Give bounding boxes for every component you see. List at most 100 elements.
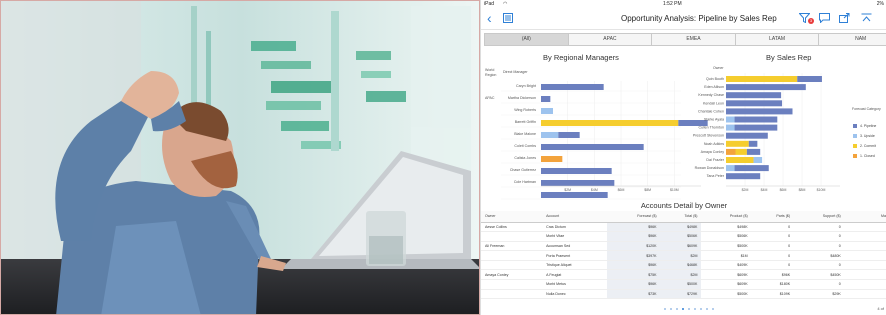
- table-cell: Tristique Aliquet: [542, 260, 608, 271]
- table-cell: 0: [751, 231, 795, 242]
- bar-upside[interactable]: [541, 132, 559, 138]
- tab-emea[interactable]: EMEA: [652, 34, 736, 45]
- col-owner[interactable]: Owner: [481, 211, 543, 223]
- tab-nam[interactable]: NAM: [819, 34, 886, 45]
- col-header-owner: Owner: [713, 66, 724, 70]
- table-cell: A Feugiat: [542, 269, 608, 281]
- bar-commit[interactable]: [726, 76, 798, 82]
- bar-commit[interactable]: [541, 120, 679, 126]
- bar-commit[interactable]: [726, 140, 749, 147]
- table-row[interactable]: Amaya Conley A Feugiat $75K $2M $609K $96K $45…: [481, 269, 886, 281]
- bar-upside[interactable]: [726, 124, 735, 131]
- table-cell: $2M: [660, 269, 702, 281]
- manager-label: Barrett Griffin: [515, 120, 536, 124]
- col-maintenance[interactable]: Maintenance ($): [844, 211, 886, 223]
- legend-item-commit: 2. Commit: [853, 144, 876, 149]
- page-dot[interactable]: [664, 308, 666, 310]
- page-dot[interactable]: [670, 308, 672, 310]
- table-row[interactable]: Morbi Vitae$96K$506K$506K000: [481, 231, 886, 242]
- bar-pipeline[interactable]: [726, 173, 761, 180]
- table-cell: $96K: [751, 269, 795, 281]
- bar-upside[interactable]: [541, 108, 553, 114]
- table-cell: $500K: [701, 241, 752, 252]
- table-cell: 0: [794, 231, 845, 242]
- bar-pipeline[interactable]: [541, 168, 612, 174]
- table-cell: Accumsan Sed: [542, 241, 608, 252]
- bar-pipeline[interactable]: [541, 180, 615, 186]
- bar-closed[interactable]: [541, 156, 563, 162]
- col-parts[interactable]: Parts ($): [751, 211, 795, 223]
- legend-swatch-pipeline: [853, 124, 857, 129]
- table-cell: $450K: [794, 269, 845, 281]
- table-cell: $75K: [607, 269, 661, 281]
- table-row[interactable]: Morbi Metus$96K$500K$609K$180K0$109K: [481, 279, 886, 290]
- col-product[interactable]: Product ($): [701, 211, 752, 223]
- page-dot[interactable]: [706, 308, 708, 310]
- page-dot[interactable]: [712, 308, 714, 310]
- page-dots[interactable]: [664, 308, 714, 310]
- col-account[interactable]: Account: [542, 211, 608, 223]
- table-cell: Morbi Metus: [542, 279, 608, 290]
- page-dot[interactable]: [700, 308, 702, 310]
- table-cell: $609K: [701, 269, 752, 281]
- page-dot[interactable]: [694, 308, 696, 310]
- owner-label: Tana Peter: [707, 174, 725, 178]
- bar-pipeline[interactable]: [734, 165, 769, 172]
- page-dot[interactable]: [688, 308, 690, 310]
- table-row[interactable]: Aesse Collins Cras Dictum $96K $498K $498K 0 0…: [481, 222, 886, 233]
- bar-pipeline[interactable]: [726, 100, 783, 107]
- x-tick-label: $6M: [780, 188, 787, 192]
- photo-illustration: [1, 1, 479, 314]
- tab-apac[interactable]: APAC: [569, 34, 653, 45]
- table-cell: $498K: [701, 222, 752, 233]
- table-cell: Porta Praesent: [542, 250, 608, 261]
- table-cell: $609K: [660, 241, 702, 252]
- bar-upside[interactable]: [753, 157, 763, 163]
- bar-pipeline[interactable]: [797, 76, 822, 82]
- collapse-icon[interactable]: [861, 13, 872, 27]
- bar-closed[interactable]: [726, 148, 736, 155]
- page-dot[interactable]: [676, 308, 678, 310]
- bar-pipeline[interactable]: [541, 84, 604, 90]
- bar-pipeline[interactable]: [746, 148, 761, 155]
- bar-pipeline[interactable]: [541, 192, 608, 198]
- table-header-row: Owner Account Forecast ($) Total ($) Pro…: [481, 211, 886, 223]
- comment-icon[interactable]: [819, 13, 830, 27]
- tab-latam[interactable]: LATAM: [736, 34, 820, 45]
- table-cell: $269K: [844, 269, 886, 281]
- col-forecast[interactable]: Forecast ($): [607, 211, 661, 223]
- bar-pipeline[interactable]: [558, 132, 580, 138]
- status-bar: iPad ◠ 1:52 PM 2%: [481, 0, 886, 8]
- bar-pipeline[interactable]: [726, 108, 793, 115]
- bar-commit[interactable]: [735, 148, 747, 155]
- x-tick-label: $10M: [670, 188, 679, 192]
- table-row[interactable]: Nulla Donec$73K$729K$500K$109K$29K$109K: [481, 289, 886, 300]
- page-title: Opportunity Analysis: Pipeline by Sales …: [621, 14, 777, 23]
- table-row[interactable]: Porta Praesent$397K$2M$1M0$480K$279K: [481, 250, 886, 261]
- col-support[interactable]: Support ($): [794, 211, 845, 223]
- list-icon[interactable]: [503, 13, 513, 27]
- bar-upside[interactable]: [726, 116, 735, 123]
- share-icon[interactable]: [839, 13, 850, 27]
- table-row[interactable]: Ali Freeman Accumsan Sed $120K $609K $500K 0 0…: [481, 241, 886, 252]
- bar-pipeline[interactable]: [726, 84, 806, 91]
- bar-pipeline[interactable]: [734, 116, 778, 123]
- col-total[interactable]: Total ($): [660, 211, 702, 223]
- table-cell: 0: [751, 241, 795, 252]
- bar-pipeline[interactable]: [726, 132, 768, 139]
- bar-pipeline[interactable]: [726, 92, 782, 99]
- bar-pipeline[interactable]: [541, 96, 551, 102]
- table-row[interactable]: Tristique Aliquet$96K$468K$409K00$59K: [481, 260, 886, 271]
- table-cell: $96K: [607, 260, 661, 271]
- bar-pipeline[interactable]: [734, 124, 778, 131]
- manager-label: Cole Hartman: [514, 180, 536, 184]
- bar-commit[interactable]: [726, 157, 754, 163]
- back-chevron-icon[interactable]: ‹: [487, 11, 492, 25]
- tab-all[interactable]: (All): [485, 34, 569, 45]
- bar-upside[interactable]: [726, 165, 735, 172]
- table-cell: $29K: [794, 289, 845, 300]
- page-dot-active[interactable]: [682, 308, 684, 310]
- x-tick-label: $4M: [761, 188, 768, 192]
- bar-pipeline[interactable]: [748, 140, 758, 147]
- bar-pipeline[interactable]: [541, 144, 644, 150]
